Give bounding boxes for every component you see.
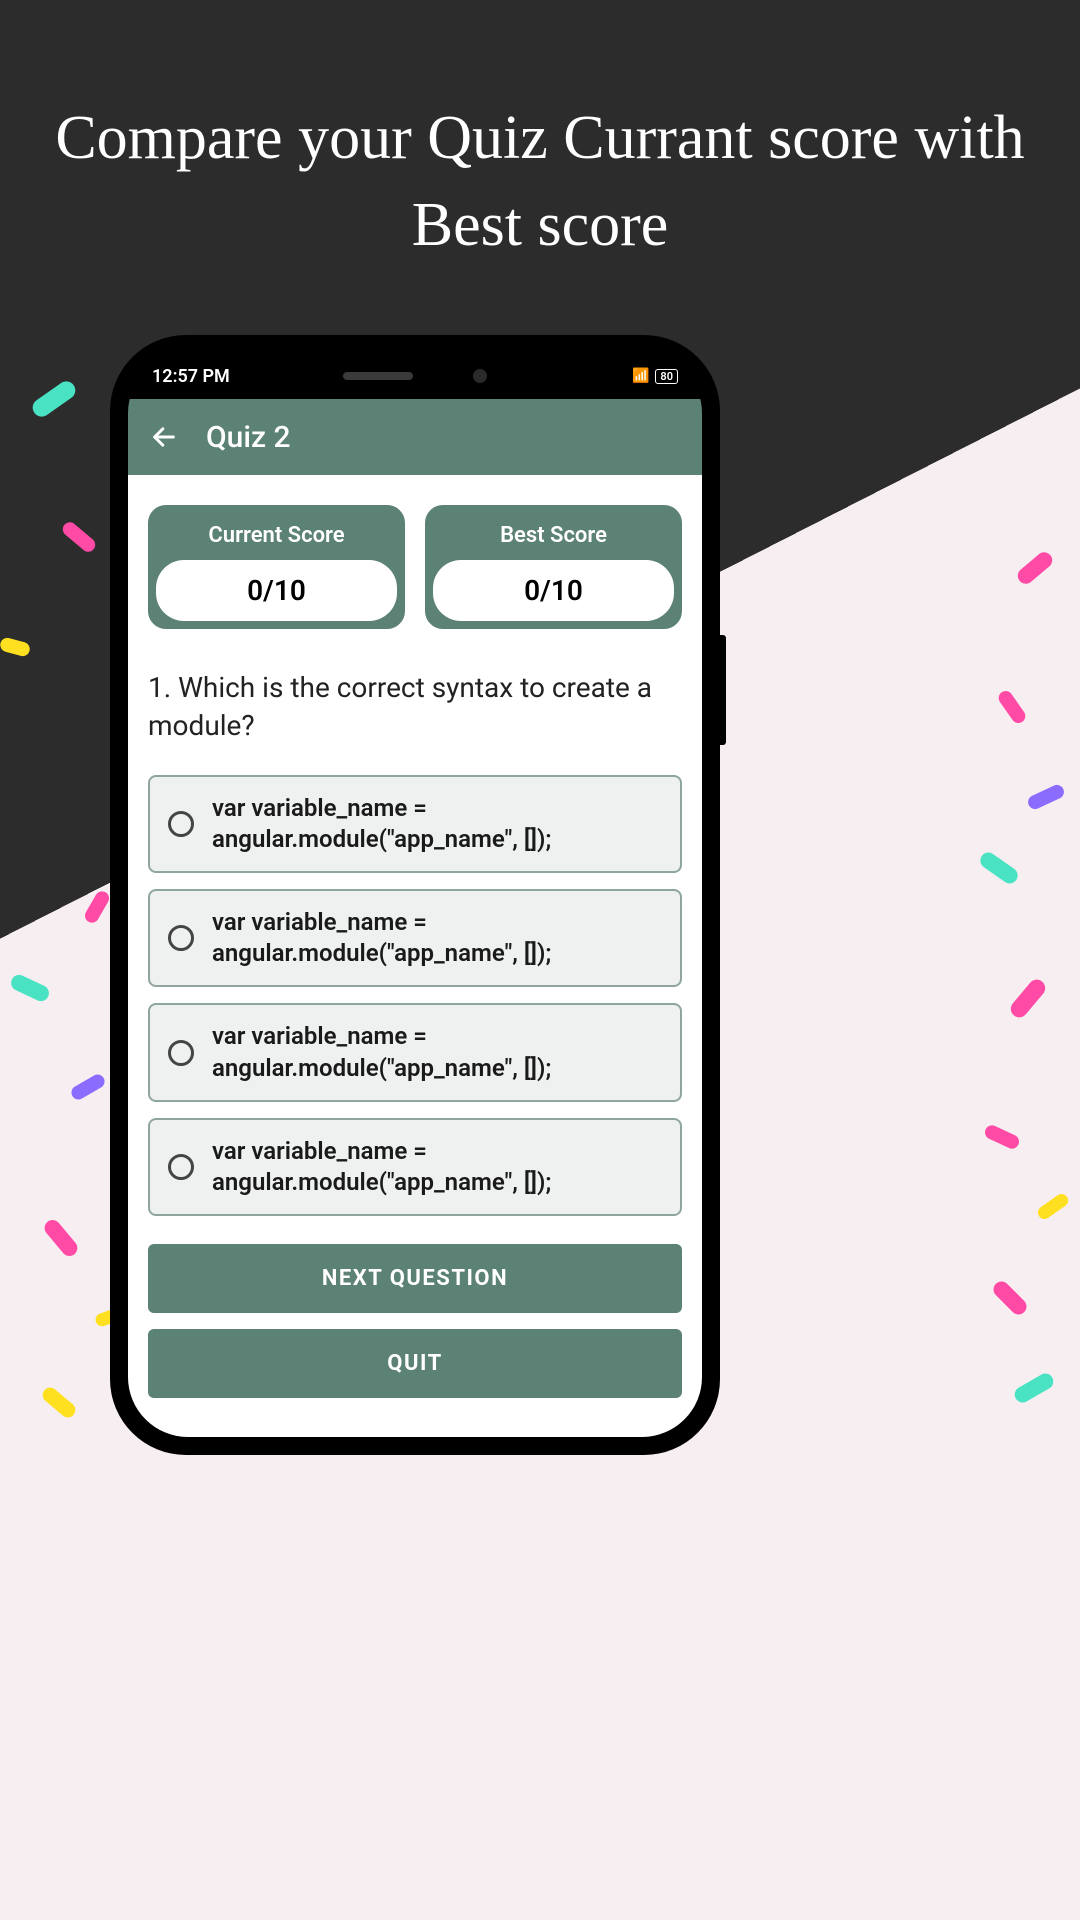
radio-icon bbox=[168, 1154, 194, 1180]
phone-side-button bbox=[720, 635, 726, 745]
option-text: var variable_name = angular.module("app_… bbox=[212, 793, 662, 855]
current-score-value: 0/10 bbox=[156, 560, 397, 621]
best-score-value: 0/10 bbox=[433, 560, 674, 621]
battery-icon: 80 bbox=[655, 369, 678, 384]
back-arrow-icon[interactable] bbox=[150, 423, 178, 451]
current-score-label: Current Score bbox=[156, 513, 397, 560]
answer-option[interactable]: var variable_name = angular.module("app_… bbox=[148, 889, 682, 987]
app-bar: Quiz 2 bbox=[128, 399, 702, 475]
radio-icon bbox=[168, 811, 194, 837]
option-text: var variable_name = angular.module("app_… bbox=[212, 1021, 662, 1083]
status-time: 12:57 PM bbox=[152, 366, 230, 387]
radio-icon bbox=[168, 925, 194, 951]
question-text: 1. Which is the correct syntax to create… bbox=[148, 669, 682, 745]
phone-frame: 12:57 PM 📶 80 Quiz 2 Current Score 0/10 … bbox=[110, 335, 720, 1455]
promo-headline: Compare your Quiz Currant score with Bes… bbox=[0, 95, 1080, 269]
answer-option[interactable]: var variable_name = angular.module("app_… bbox=[148, 1118, 682, 1216]
answer-option[interactable]: var variable_name = angular.module("app_… bbox=[148, 775, 682, 873]
best-score-card: Best Score 0/10 bbox=[425, 505, 682, 629]
option-text: var variable_name = angular.module("app_… bbox=[212, 1136, 662, 1198]
answer-option[interactable]: var variable_name = angular.module("app_… bbox=[148, 1003, 682, 1101]
radio-icon bbox=[168, 1040, 194, 1066]
best-score-label: Best Score bbox=[433, 513, 674, 560]
signal-icon: 📶 bbox=[632, 368, 649, 384]
phone-notch bbox=[270, 353, 560, 399]
quit-button[interactable]: QUIT bbox=[148, 1329, 682, 1398]
app-title: Quiz 2 bbox=[206, 420, 291, 455]
option-text: var variable_name = angular.module("app_… bbox=[212, 907, 662, 969]
current-score-card: Current Score 0/10 bbox=[148, 505, 405, 629]
quiz-content: Current Score 0/10 Best Score 0/10 1. Wh… bbox=[128, 475, 702, 1437]
next-question-button[interactable]: NEXT QUESTION bbox=[148, 1244, 682, 1313]
